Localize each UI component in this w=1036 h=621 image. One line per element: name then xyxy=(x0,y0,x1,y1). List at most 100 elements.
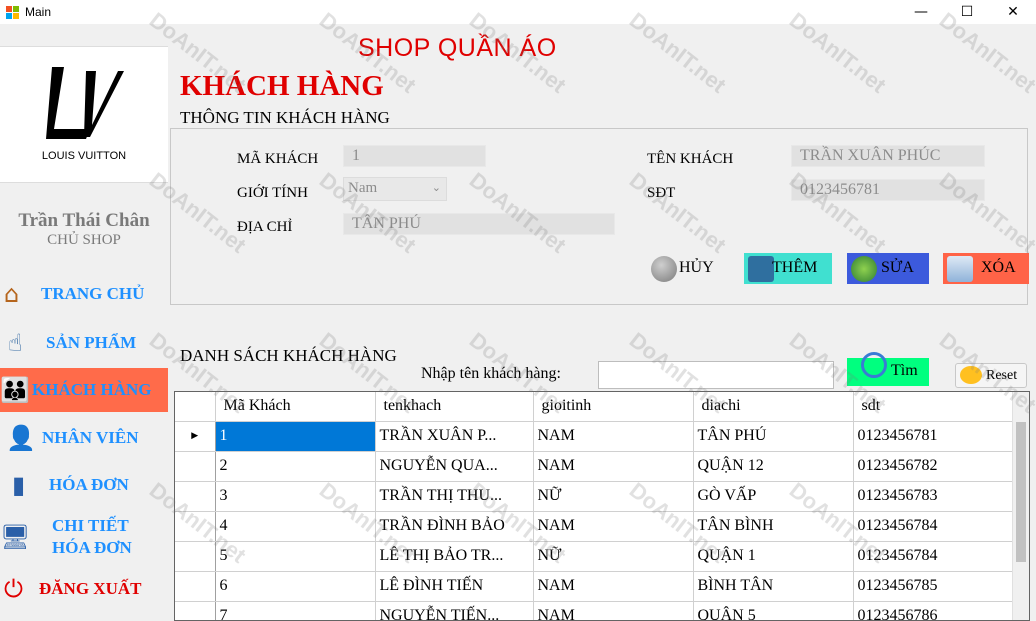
table-cell[interactable]: 2 xyxy=(215,451,376,482)
table-cell[interactable]: 0123456784 xyxy=(853,541,1014,572)
table-row[interactable]: 6 LÊ ĐÌNH TIẾN NAM BÌNH TÂN 0123456785 xyxy=(175,571,1014,602)
sidebar-item-hoa-don[interactable]: ▮ HÓA ĐƠN xyxy=(0,463,168,507)
table-row[interactable]: 3 TRẦN THỊ THU... NỮ GÒ VẤP 0123456783 xyxy=(175,481,1014,512)
brand-logo: LOUIS VUITTON xyxy=(0,46,168,183)
product-hand-icon: ☝ xyxy=(8,329,23,357)
table-cell[interactable]: GÒ VẤP xyxy=(693,481,854,512)
ma-khach-label: MÃ KHÁCH xyxy=(237,151,319,167)
xoa-button[interactable]: XÓA xyxy=(943,253,1029,284)
customer-info-panel: MÃ KHÁCH 1 GIỚI TÍNH Nam ⌄ ĐỊA CHỈ TÂN P… xyxy=(170,128,1029,305)
row-header-cell[interactable] xyxy=(175,451,216,482)
table-cell[interactable]: 1 xyxy=(215,421,376,452)
table-cell[interactable]: TRẦN THỊ THU... xyxy=(375,481,534,512)
user-role: CHỦ SHOP xyxy=(47,232,121,248)
sidebar-item-khach-hang[interactable]: 👪 KHÁCH HÀNG xyxy=(0,368,168,412)
table-cell[interactable]: NỮ xyxy=(533,481,694,512)
sdt-label: SĐT xyxy=(647,185,676,201)
them-button-label: THÊM xyxy=(772,259,818,276)
table-cell[interactable]: 3 xyxy=(215,481,376,512)
window-title: Main xyxy=(25,5,52,19)
reset-button[interactable]: Reset xyxy=(955,363,1027,388)
table-cell[interactable]: QUẬN 1 xyxy=(693,541,854,572)
table-cell[interactable]: 6 xyxy=(215,571,376,602)
maximize-button[interactable]: ☐ xyxy=(944,0,990,24)
table-cell[interactable]: 0123456781 xyxy=(853,421,1014,452)
table-cell[interactable]: QUẬN 12 xyxy=(693,451,854,482)
tim-button[interactable]: Tìm xyxy=(847,352,929,386)
column-header[interactable]: sdt xyxy=(853,392,1014,422)
sidebar-item-dang-xuat[interactable]: ⏻ ĐĂNG XUẤT xyxy=(0,567,168,611)
table-cell[interactable]: 5 xyxy=(215,541,376,572)
ten-khach-field[interactable]: TRẦN XUÂN PHÚC xyxy=(791,145,985,167)
table-cell[interactable]: TRẦN ĐÌNH BẢO xyxy=(375,511,534,542)
sua-button-label: SỬA xyxy=(881,259,914,276)
chevron-down-icon: ⌄ xyxy=(431,181,441,194)
row-header-cell[interactable] xyxy=(175,481,216,512)
row-header-cell[interactable] xyxy=(175,541,216,572)
table-cell[interactable]: NGUYỄN QUA... xyxy=(375,451,534,482)
refresh-gear-icon xyxy=(851,256,877,282)
sidebar-item-label: SẢN PHẨM xyxy=(46,333,137,352)
table-cell[interactable]: LÊ ĐÌNH TIẾN xyxy=(375,571,534,602)
ma-khach-field[interactable]: 1 xyxy=(343,145,486,167)
customer-table[interactable]: Mã Khách tenkhach gioitinh diachi sdt ▶ 1… xyxy=(174,391,1030,621)
table-cell[interactable]: 0123456786 xyxy=(853,601,1014,620)
table-cell[interactable]: NAM xyxy=(533,601,694,620)
sua-button[interactable]: SỬA xyxy=(847,253,929,284)
table-cell[interactable]: 0123456784 xyxy=(853,511,1014,542)
sidebar-item-chi-tiet-hoa-don[interactable]: 🖥 CHI TIẾT HÓA ĐƠN xyxy=(0,512,168,562)
row-header-cell[interactable] xyxy=(175,601,216,620)
table-cell[interactable]: NỮ xyxy=(533,541,694,572)
table-cell[interactable]: NGUYỄN TIẾN... xyxy=(375,601,534,620)
reset-button-label: Reset xyxy=(986,368,1018,383)
table-row[interactable]: 4 TRẦN ĐÌNH BẢO NAM TÂN BÌNH 0123456784 xyxy=(175,511,1014,542)
table-cell[interactable]: NAM xyxy=(533,571,694,602)
table-cell[interactable]: 0123456782 xyxy=(853,451,1014,482)
table-cell[interactable]: NAM xyxy=(533,511,694,542)
scrollbar-thumb[interactable] xyxy=(1016,422,1026,562)
table-cell[interactable]: 0123456785 xyxy=(853,571,1014,602)
table-row[interactable]: ▶ 1 TRẦN XUÂN P... NAM TÂN PHÚ 0123456781 xyxy=(175,421,1014,452)
search-input[interactable] xyxy=(598,361,834,389)
customers-icon: 👪 xyxy=(0,376,30,404)
row-selector-arrow-icon[interactable]: ▶ xyxy=(175,421,216,452)
table-row[interactable]: 2 NGUYỄN QUA... NAM QUẬN 12 0123456782 xyxy=(175,451,1014,482)
table-cell[interactable]: 4 xyxy=(215,511,376,542)
row-header-cell[interactable] xyxy=(175,571,216,602)
table-row[interactable]: 5 LÊ THỊ BẢO TR... NỮ QUẬN 1 0123456784 xyxy=(175,541,1014,572)
table-cell[interactable]: BÌNH TÂN xyxy=(693,571,854,602)
table-cell[interactable]: TÂN PHÚ xyxy=(693,421,854,452)
table-cell[interactable]: TÂN BÌNH xyxy=(693,511,854,542)
table-cell[interactable]: TRẦN XUÂN P... xyxy=(375,421,534,452)
dia-chi-field[interactable]: TÂN PHÚ xyxy=(343,213,615,235)
sidebar: LOUIS VUITTON Trần Thái Chân CHỦ SHOP ⌂ … xyxy=(0,24,168,621)
them-button[interactable]: THÊM xyxy=(744,253,832,284)
column-header[interactable]: tenkhach xyxy=(375,392,534,422)
table-cell[interactable]: NAM xyxy=(533,451,694,482)
user-name: Trần Thái Chân xyxy=(18,210,150,231)
column-header[interactable]: Mã Khách xyxy=(215,392,376,422)
column-header[interactable]: diachi xyxy=(693,392,854,422)
sidebar-item-san-pham[interactable]: ☝ SẢN PHẨM xyxy=(0,321,168,365)
info-section-title: THÔNG TIN KHÁCH HÀNG xyxy=(180,108,390,127)
minimize-button[interactable]: — xyxy=(898,0,944,24)
sidebar-item-trang-chu[interactable]: ⌂ TRANG CHỦ xyxy=(0,272,168,316)
table-cell[interactable]: 7 xyxy=(215,601,376,620)
vertical-scrollbar[interactable] xyxy=(1012,392,1029,620)
row-header-cell[interactable] xyxy=(175,511,216,542)
table-cell[interactable]: LÊ THỊ BẢO TR... xyxy=(375,541,534,572)
table-cell[interactable]: 0123456783 xyxy=(853,481,1014,512)
monitor-icon: 🖥 xyxy=(0,523,31,551)
window-titlebar: Main — ☐ ✕ xyxy=(0,0,1036,24)
close-button[interactable]: ✕ xyxy=(990,0,1036,24)
table-cell[interactable]: QUẬN 5 xyxy=(693,601,854,620)
table-cell[interactable]: NAM xyxy=(533,421,694,452)
sdt-field[interactable]: 0123456781 xyxy=(791,179,985,201)
table-row[interactable]: 7 NGUYỄN TIẾN... NAM QUẬN 5 0123456786 xyxy=(175,601,1014,620)
save-disk-icon xyxy=(748,256,774,282)
gioi-tinh-select[interactable]: Nam ⌄ xyxy=(343,177,447,201)
sidebar-item-nhan-vien[interactable]: 👤 NHÂN VIÊN xyxy=(0,416,168,460)
column-header[interactable]: gioitinh xyxy=(533,392,694,422)
page-title: KHÁCH HÀNG xyxy=(180,70,384,102)
huy-button[interactable]: HỦY xyxy=(647,253,719,284)
